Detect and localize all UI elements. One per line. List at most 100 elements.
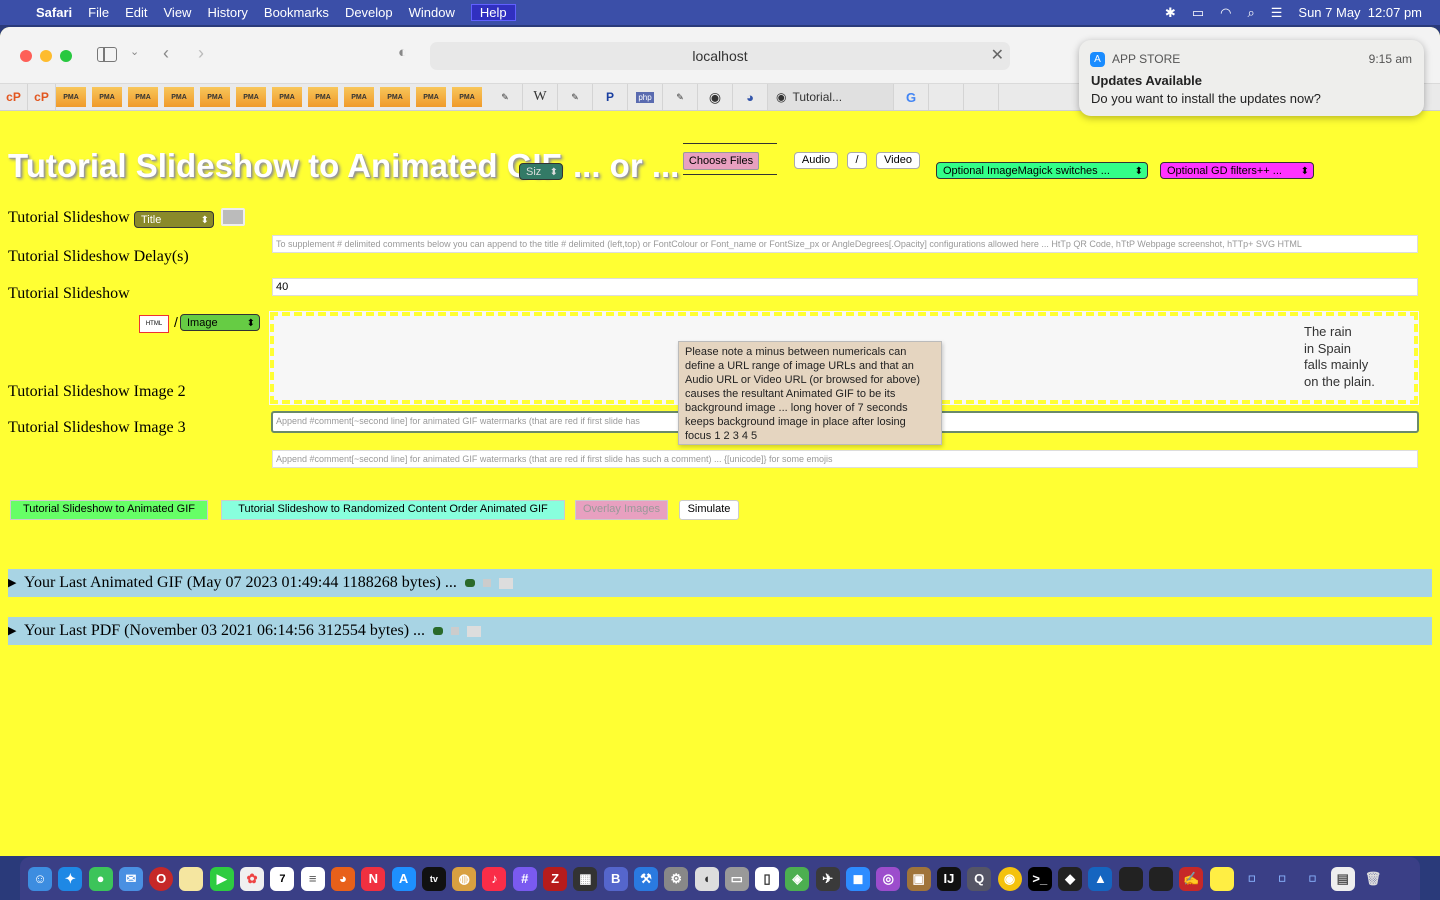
filezilla-icon[interactable]: Z [543, 866, 568, 891]
calculator-icon[interactable]: ▦ [573, 866, 598, 891]
minimize-window-button[interactable] [40, 50, 52, 62]
chevron-down-icon[interactable]: ⌄ [130, 45, 139, 58]
sidebar-toggle-icon[interactable] [97, 47, 117, 62]
bookmark-icon[interactable]: ◕ [733, 84, 768, 110]
acrobat-icon[interactable]: ✍ [1179, 866, 1204, 891]
favorite-phpmyadmin[interactable]: PMA [236, 87, 266, 107]
terminal-icon[interactable]: >_ [1027, 866, 1052, 891]
archive-icon[interactable]: ▣ [906, 866, 931, 891]
menu-view[interactable]: View [164, 5, 192, 20]
firefox-icon[interactable]: ◕ [330, 866, 355, 891]
title-select[interactable]: Title [134, 211, 214, 229]
intellij-icon[interactable]: IJ [936, 866, 961, 891]
github-icon[interactable]: ◉ [698, 84, 733, 110]
favorite-phpmyadmin[interactable]: PMA [344, 87, 374, 107]
gimp-icon[interactable]: ◍ [452, 866, 477, 891]
control-center-icon[interactable]: ☰ [1271, 5, 1283, 21]
close-window-button[interactable] [20, 50, 32, 62]
last-gif-details[interactable]: ▶ Your Last Animated GIF (May 07 2023 01… [8, 569, 1432, 597]
gd-filters-select[interactable]: Optional GD filters++ ... [1160, 162, 1314, 180]
favorite-phpmyadmin[interactable]: PMA [380, 87, 410, 107]
favorite-phpmyadmin[interactable]: PMA [452, 87, 482, 107]
choose-files-button[interactable]: Choose Files [683, 152, 759, 170]
textedit-icon[interactable]: ▯ [755, 866, 780, 891]
app-store-dock-icon[interactable]: A [391, 866, 416, 891]
window-thumbnail-icon[interactable] [1118, 866, 1143, 891]
preview-icon[interactable]: ▭ [724, 866, 749, 891]
menu-app-name[interactable]: Safari [36, 5, 72, 20]
download-icon[interactable] [433, 627, 444, 636]
favorite-phpmyadmin[interactable]: PMA [164, 87, 194, 107]
menu-history[interactable]: History [207, 5, 247, 20]
favorite-phpmyadmin[interactable]: PMA [416, 87, 446, 107]
menu-help[interactable]: Help [470, 4, 516, 21]
calendar-icon[interactable]: 7 [270, 866, 295, 891]
reminders-icon[interactable]: ≡ [300, 866, 325, 891]
favorite-phpmyadmin[interactable]: PMA [308, 87, 338, 107]
favorite-empty[interactable] [964, 84, 999, 110]
disclosure-triangle-icon[interactable]: ▶ [8, 617, 16, 645]
bluetooth-icon[interactable]: ✱ [1165, 5, 1176, 21]
folder-stack-icon[interactable]: ◻ [1270, 867, 1294, 891]
favorite-cpanel[interactable]: cP [0, 84, 28, 110]
size-select[interactable]: Siz [519, 163, 563, 181]
paypal-icon[interactable]: P [593, 84, 628, 110]
bbedit-icon[interactable]: B [603, 866, 628, 891]
menu-file[interactable]: File [88, 5, 109, 20]
zoom-icon[interactable]: ◼ [846, 866, 871, 891]
video-button[interactable]: Video [876, 152, 920, 169]
menu-window[interactable]: Window [409, 5, 455, 20]
favorite-cpanel[interactable]: cP [28, 84, 56, 110]
zoom-window-button[interactable] [60, 50, 72, 62]
color-picker[interactable] [221, 208, 245, 226]
terminal-tool-icon[interactable]: ✈ [815, 866, 840, 891]
html-badge[interactable]: HTML [139, 315, 169, 333]
wifi-icon[interactable]: ◠ [1220, 5, 1231, 21]
wikipedia-icon[interactable]: W [523, 84, 558, 110]
mail-icon[interactable] [451, 627, 460, 636]
safari-icon[interactable]: ✦ [58, 866, 83, 891]
folder-stack-icon[interactable]: ◻ [1240, 867, 1264, 891]
news-icon[interactable]: N [361, 866, 386, 891]
menu-edit[interactable]: Edit [125, 5, 147, 20]
folder-stack-icon[interactable]: ◻ [1300, 867, 1324, 891]
slash-button[interactable]: / [847, 152, 867, 169]
favorite-phpmyadmin[interactable]: PMA [56, 87, 86, 107]
bookmark-icon[interactable]: ✎ [488, 84, 523, 110]
inkscape-icon[interactable]: ◆ [1058, 866, 1083, 891]
menu-date[interactable]: Sun 7 May 12:07 pm [1298, 5, 1422, 20]
slack-icon[interactable]: # [512, 866, 537, 891]
xcode-icon[interactable]: ⚒ [633, 866, 658, 891]
facetime-icon[interactable]: ▶ [209, 866, 234, 891]
spotlight-search-icon[interactable]: ⌕ [1247, 5, 1254, 21]
mail-icon[interactable] [482, 579, 491, 588]
privacy-shield-icon[interactable]: ◐ [398, 44, 407, 61]
image3-input[interactable]: Append #comment[~second line] for animat… [272, 450, 1418, 468]
back-icon[interactable]: ‹ [163, 43, 169, 64]
quicktime-icon[interactable]: Q [967, 866, 992, 891]
opera-icon[interactable]: O [149, 866, 174, 891]
photos-icon[interactable]: ✿ [240, 866, 265, 891]
window-thumbnail-icon[interactable] [1148, 866, 1173, 891]
randomized-gif-button[interactable]: Tutorial Slideshow to Randomized Content… [221, 500, 565, 520]
battery-icon[interactable]: ▭ [1192, 5, 1204, 21]
simulate-button[interactable]: Simulate [679, 500, 739, 520]
forward-icon[interactable]: › [198, 43, 204, 64]
favorite-empty[interactable] [929, 84, 964, 110]
address-bar[interactable]: localhost ✕ [430, 42, 1010, 70]
apple-tv-icon[interactable]: tv [421, 866, 446, 891]
title-config-input[interactable]: To supplement # delimited comments below… [272, 235, 1418, 253]
menu-develop[interactable]: Develop [345, 5, 393, 20]
trash-icon[interactable]: 🗑 [1361, 867, 1385, 891]
messages-icon[interactable]: ● [88, 866, 113, 891]
php-icon[interactable]: php [628, 84, 663, 110]
clear-url-icon[interactable]: ✕ [991, 42, 1004, 70]
menu-bookmarks[interactable]: Bookmarks [264, 5, 329, 20]
bookmark-icon[interactable]: ✎ [663, 84, 698, 110]
podcasts-icon[interactable]: ◎ [876, 866, 901, 891]
mail-icon[interactable]: ✉ [118, 866, 143, 891]
image-select[interactable]: Image [180, 314, 260, 332]
system-preferences-icon[interactable]: ⚙ [664, 866, 689, 891]
notes-icon[interactable] [179, 866, 204, 891]
disclosure-triangle-icon[interactable]: ▶ [8, 569, 16, 597]
